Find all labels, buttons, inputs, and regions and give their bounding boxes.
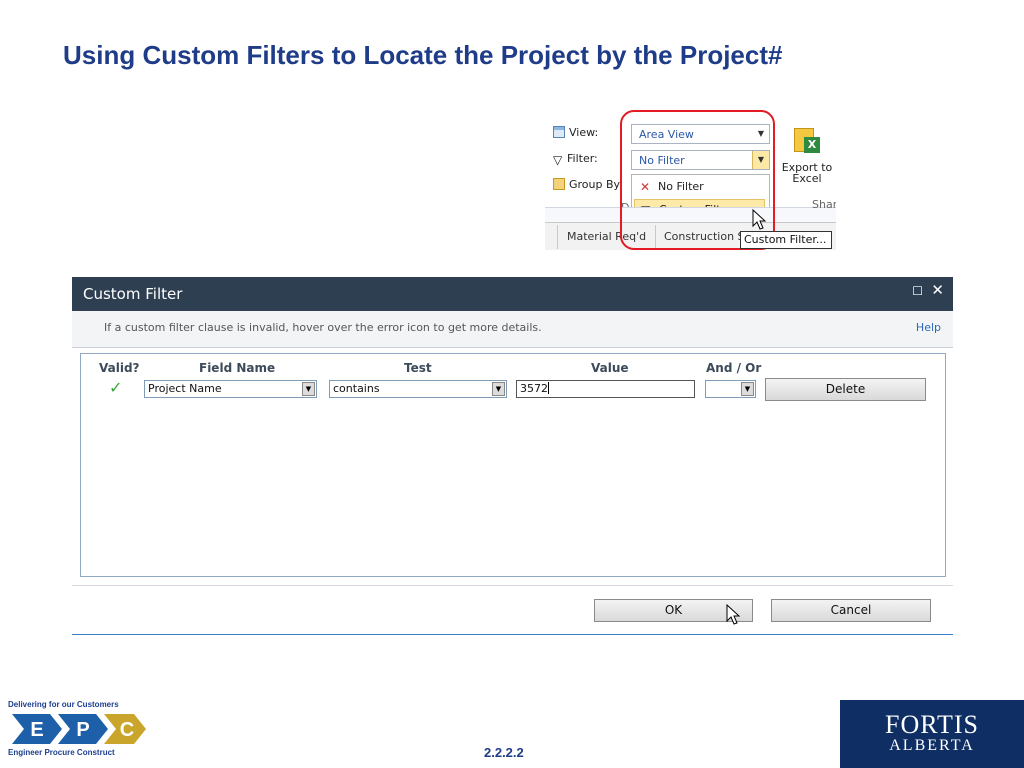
field-name-select[interactable]: Project Name ▼	[144, 380, 317, 398]
excel-icon: X	[792, 128, 822, 156]
delete-button[interactable]: Delete	[765, 378, 926, 401]
mouse-cursor-icon	[752, 209, 767, 230]
header-value: Value	[591, 361, 629, 375]
epc-letter-p: P	[76, 719, 89, 741]
fortis-logo-line2: ALBERTA	[889, 737, 975, 754]
view-label: View:	[569, 126, 599, 139]
epc-chevrons: E P C	[12, 714, 146, 744]
filter-label: Filter:	[567, 152, 598, 165]
group-by-row: Group By:	[553, 178, 623, 191]
ribbon-group-fragment-share: Shar	[812, 198, 836, 211]
chevron-down-icon: ▼	[741, 382, 754, 396]
dialog-title: Custom Filter	[83, 285, 183, 303]
valid-check-icon: ✓	[109, 378, 123, 397]
header-field-name: Field Name	[199, 361, 276, 375]
filter-clauses-panel: Valid? Field Name Test Value And / Or ✓ …	[80, 353, 946, 577]
slide-title: Using Custom Filters to Locate the Proje…	[63, 40, 783, 70]
view-icon	[553, 126, 565, 138]
fortis-alberta-logo: FORTIS ALBERTA	[840, 700, 1024, 768]
epc-tagline: Delivering for our Customers	[8, 700, 119, 709]
chevron-down-icon: ▼	[492, 382, 505, 396]
cancel-button[interactable]: Cancel	[771, 599, 931, 622]
page-number: 2.2.2.2	[484, 745, 524, 760]
header-and-or: And / Or	[706, 361, 762, 375]
dialog-info-bar: If a custom filter clause is invalid, ho…	[72, 311, 953, 348]
dialog-hint: If a custom filter clause is invalid, ho…	[104, 321, 542, 334]
fortis-logo-line1: FORTIS	[884, 710, 980, 739]
epc-letter-e: E	[30, 719, 43, 741]
header-test: Test	[404, 361, 432, 375]
epc-logo: Delivering for our Customers E P C Engin…	[8, 700, 153, 760]
value-input[interactable]: 3572	[516, 380, 695, 398]
test-select[interactable]: contains ▼	[329, 380, 507, 398]
group-by-label: Group By:	[569, 178, 623, 191]
help-link[interactable]: Help	[916, 321, 941, 334]
filter-icon: ▽	[553, 153, 563, 167]
view-row: View:	[553, 126, 598, 139]
dialog-titlebar: Custom Filter ☐ ✕	[72, 277, 953, 311]
test-value: contains	[333, 382, 380, 395]
epc-subtitle: Engineer Procure Construct	[8, 748, 115, 757]
field-name-value: Project Name	[148, 382, 222, 395]
and-or-select[interactable]: ▼	[705, 380, 756, 398]
custom-filter-dialog: Custom Filter ☐ ✕ If a custom filter cla…	[72, 277, 953, 635]
maximize-icon[interactable]: ☐	[912, 284, 923, 298]
epc-letter-c: C	[120, 719, 134, 741]
header-valid: Valid?	[99, 361, 140, 375]
export-label-line2: Excel	[792, 172, 822, 185]
chevron-down-icon: ▼	[302, 382, 315, 396]
tooltip: Custom Filter...	[740, 231, 832, 249]
dialog-footer: OK Cancel	[72, 585, 953, 635]
close-icon[interactable]: ✕	[931, 281, 944, 299]
value-text: 3572	[520, 382, 548, 395]
filter-row: ▽ Filter:	[553, 152, 598, 167]
group-by-icon	[553, 178, 565, 190]
mouse-cursor-icon	[726, 604, 741, 625]
export-to-excel-button[interactable]: X Export to Excel	[777, 128, 836, 184]
